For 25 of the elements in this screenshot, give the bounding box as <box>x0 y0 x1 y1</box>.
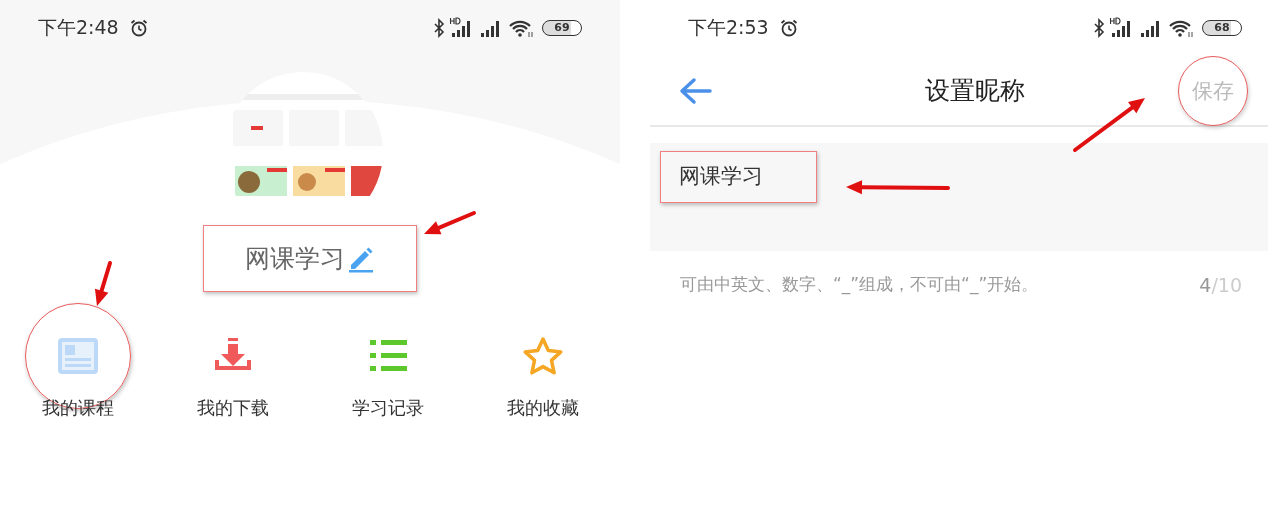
nickname-button[interactable]: 网课学习 <box>203 225 417 292</box>
nickname-input-field[interactable]: 网课学习 <box>660 151 817 203</box>
star-icon <box>521 336 564 376</box>
bluetooth-icon <box>433 18 445 38</box>
shortcut-button[interactable]: 我的收藏 <box>465 336 620 420</box>
status-time: 下午2:48 <box>38 15 119 40</box>
alarm-icon <box>778 18 799 38</box>
character-count: 4 <box>1199 273 1212 296</box>
annotation-arrow <box>1073 98 1145 152</box>
battery-indicator: 69 <box>542 20 582 36</box>
course-card-icon <box>56 336 99 376</box>
back-arrow-icon[interactable] <box>678 75 712 106</box>
status-time: 下午2:53 <box>688 15 769 40</box>
alarm-icon <box>128 18 149 38</box>
shortcut-button[interactable]: 我的下载 <box>155 336 310 420</box>
page-title: 设置昵称 <box>925 75 1025 107</box>
annotation-arrow <box>424 211 476 235</box>
annotation-arrow <box>94 261 112 306</box>
wifi-icon <box>1168 18 1194 38</box>
shortcut-button[interactable]: 学习记录 <box>310 336 465 420</box>
bluetooth-icon <box>1093 18 1105 38</box>
hint-text: 可由中英文、数字、“_”组成，不可由“_”开始。 <box>680 273 1039 296</box>
battery-indicator: 68 <box>1202 20 1242 36</box>
shortcut-button[interactable]: 我的课程 <box>0 336 155 420</box>
wifi-icon <box>508 18 534 38</box>
